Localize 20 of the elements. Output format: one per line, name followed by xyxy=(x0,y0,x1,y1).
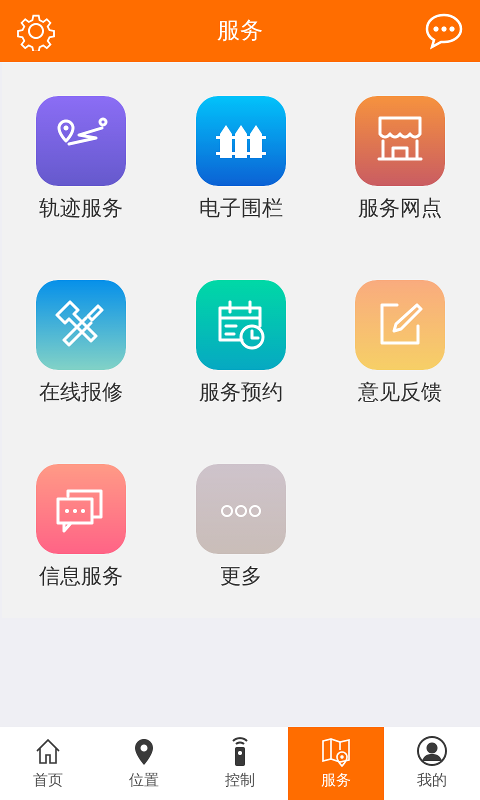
service-label[interactable]: 电子围栏 xyxy=(199,194,283,222)
route-icon[interactable] xyxy=(36,96,126,186)
service-label[interactable]: 服务预约 xyxy=(199,378,283,406)
more-icon[interactable] xyxy=(196,464,286,554)
fence-icon[interactable] xyxy=(196,96,286,186)
service-label[interactable]: 在线报修 xyxy=(39,378,123,406)
service-label[interactable]: 信息服务 xyxy=(39,562,123,590)
tools-icon[interactable] xyxy=(36,280,126,370)
service-label[interactable]: 服务网点 xyxy=(358,194,442,222)
service-label[interactable]: 意见反馈 xyxy=(358,378,442,406)
storefront-icon[interactable] xyxy=(355,96,445,186)
service-label[interactable]: 轨迹服务 xyxy=(39,194,123,222)
user-icon xyxy=(416,735,448,768)
calendar-clock-icon[interactable] xyxy=(196,280,286,370)
map-pin-icon xyxy=(320,735,352,768)
page-title: 服务 xyxy=(217,16,263,46)
edit-icon[interactable] xyxy=(355,280,445,370)
service-label[interactable]: 更多 xyxy=(220,562,262,590)
chat-bubble-icon[interactable] xyxy=(424,11,464,51)
chat-bubbles-icon[interactable] xyxy=(36,464,126,554)
